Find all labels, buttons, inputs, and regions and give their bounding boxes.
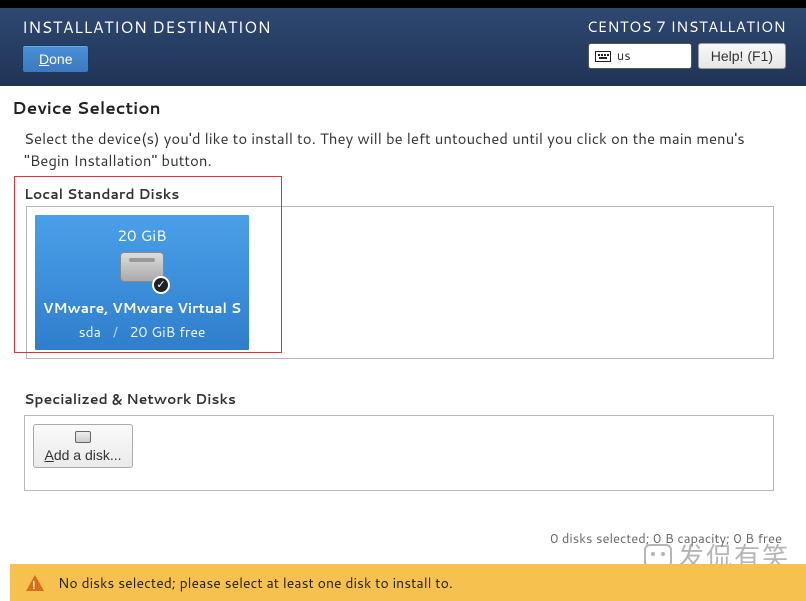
add-disk-button[interactable]: Add a disk... [33,424,133,468]
disk-free: 20 GiB free [130,322,206,342]
status-bar: 0 disks selected; 0 B capacity; 0 B free [0,524,806,554]
specialized-disks-section: Specialized & Network Disks Add a disk..… [12,389,794,491]
device-selection-title: Device Selection [12,96,794,120]
header-left: INSTALLATION DESTINATION Done [22,16,271,86]
instructions-text: Select the device(s) you'd like to insta… [24,128,782,172]
disk-size: 20 GiB [41,225,243,246]
specialized-disks-label: Specialized & Network Disks [12,389,794,409]
warning-icon [26,575,44,591]
header-controls: us Help! (F1) [588,43,786,69]
warning-bar: No disks selected; please select at leas… [10,564,806,601]
other-storage-options-title: Other Storage Options [12,517,794,523]
content-area: Device Selection Select the device(s) yo… [0,86,806,522]
window-top-border [0,0,806,8]
done-button-rest: one [49,51,72,67]
disk-card-sda[interactable]: 20 GiB ✓ VMware, VMware Virtual S sda / … [35,215,249,350]
add-disk-label: Add a disk... [44,447,121,463]
checkmark-icon: ✓ [152,276,170,294]
installer-title: CENTOS 7 INSTALLATION [587,16,786,37]
disk-name: VMware, VMware Virtual S [41,298,243,318]
meta-separator: / [113,322,118,342]
specialized-disks-panel: Add a disk... [24,415,774,491]
header-right: CENTOS 7 INSTALLATION us Help! (F1) [587,16,786,86]
page-title: INSTALLATION DESTINATION [22,16,271,39]
keyboard-layout-indicator[interactable]: us [588,43,692,69]
disk-add-icon [75,431,91,443]
local-disks-panel: 20 GiB ✓ VMware, VMware Virtual S sda / … [26,206,774,359]
done-button[interactable]: Done [22,45,89,73]
disk-icon-wrap: ✓ [120,252,164,288]
warning-message: No disks selected; please select at leas… [58,573,453,593]
local-disks-label: Local Standard Disks [14,184,794,204]
keyboard-layout-text: us [617,47,631,65]
local-disks-section: Local Standard Disks 20 GiB ✓ VMware, VM… [14,184,794,359]
header-bar: INSTALLATION DESTINATION Done CENTOS 7 I… [0,8,806,86]
disk-meta: sda / 20 GiB free [41,322,243,342]
disk-summary-text: 0 disks selected; 0 B capacity; 0 B free [550,530,782,548]
keyboard-icon [595,51,611,62]
disk-device: sda [79,322,101,342]
help-button[interactable]: Help! (F1) [698,43,786,69]
